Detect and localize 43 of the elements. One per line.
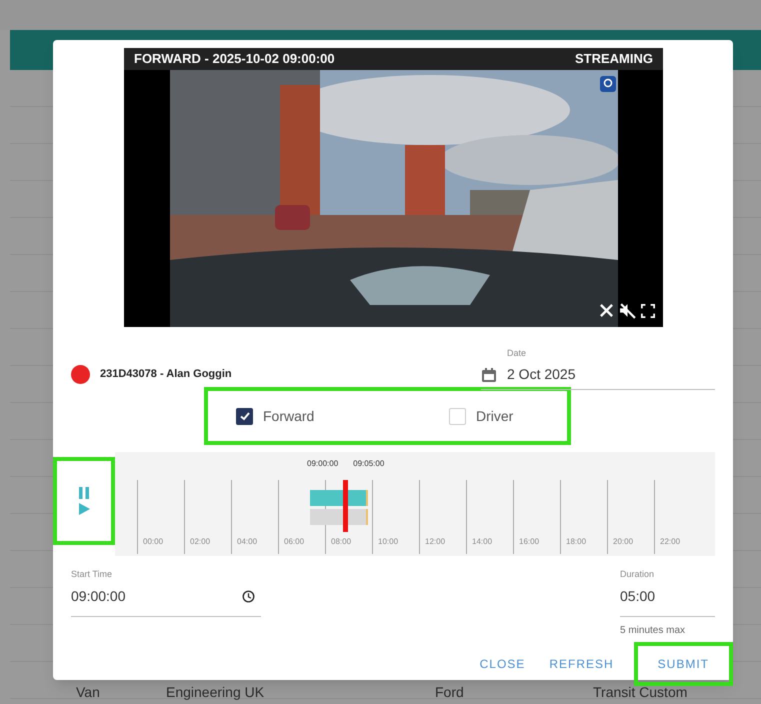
duration-label: Duration <box>620 568 656 581</box>
hour-label: 06:00 <box>284 536 304 548</box>
stream-status: STREAMING <box>575 50 653 68</box>
hour-label: 18:00 <box>566 536 586 548</box>
timeline[interactable]: 09:00:00 09:05:00 00:00 02:00 04:00 06:00 08:00 10:00 12:00 14:00 16:00 18:00 20:00 22:00 <box>115 452 715 556</box>
checkmark-icon <box>238 410 250 422</box>
hour-label: 20:00 <box>613 536 634 548</box>
date-label: Date <box>507 347 528 360</box>
checkbox-label[interactable]: Forward <box>263 406 314 426</box>
duration-field[interactable]: 05:00 <box>620 582 715 616</box>
location-badge-icon <box>600 76 616 92</box>
calendar-icon[interactable] <box>481 366 497 382</box>
hour-label: 12:00 <box>425 536 446 548</box>
playhead-marker[interactable] <box>343 480 348 532</box>
hour-label: 08:00 <box>331 536 352 548</box>
muted-speaker-icon[interactable] <box>619 302 636 319</box>
checkbox-label[interactable]: Driver <box>476 406 514 426</box>
checkbox[interactable] <box>449 408 466 424</box>
video-title: FORWARD - 2025-10-02 09:00:00 <box>134 50 335 68</box>
table-cell-text: Engineering UK <box>166 682 264 702</box>
date-field[interactable]: 2 Oct 2025 <box>507 364 576 384</box>
start-time-field[interactable]: 09:00:00 <box>71 582 261 616</box>
start-time-label: Start Time <box>71 568 114 581</box>
hour-label: 00:00 <box>143 536 164 548</box>
clock-icon[interactable] <box>242 590 255 602</box>
fullscreen-icon[interactable] <box>641 304 655 318</box>
range-time-label: 09:00:00 <box>307 458 338 470</box>
recording-segment <box>310 509 368 525</box>
close-icon[interactable] <box>599 303 614 318</box>
hour-label: 02:00 <box>190 536 210 548</box>
hour-label: 16:00 <box>519 536 540 548</box>
hour-label: 10:00 <box>378 536 398 548</box>
checkbox[interactable] <box>236 408 253 424</box>
hour-label: 04:00 <box>237 536 258 548</box>
table-cell-text: Van <box>76 682 100 702</box>
table-cell-text: Ford <box>435 682 464 702</box>
recording-segment <box>310 490 368 506</box>
hour-label: 14:00 <box>472 536 492 548</box>
range-time-label: 09:05:00 <box>353 458 384 470</box>
vehicle-driver-label: 231D43078 - Alan Goggin <box>100 367 232 382</box>
hour-label: 22:00 <box>660 536 680 548</box>
table-cell-text: Transit Custom <box>593 682 688 702</box>
duration-hint: 5 minutes max <box>620 624 686 638</box>
